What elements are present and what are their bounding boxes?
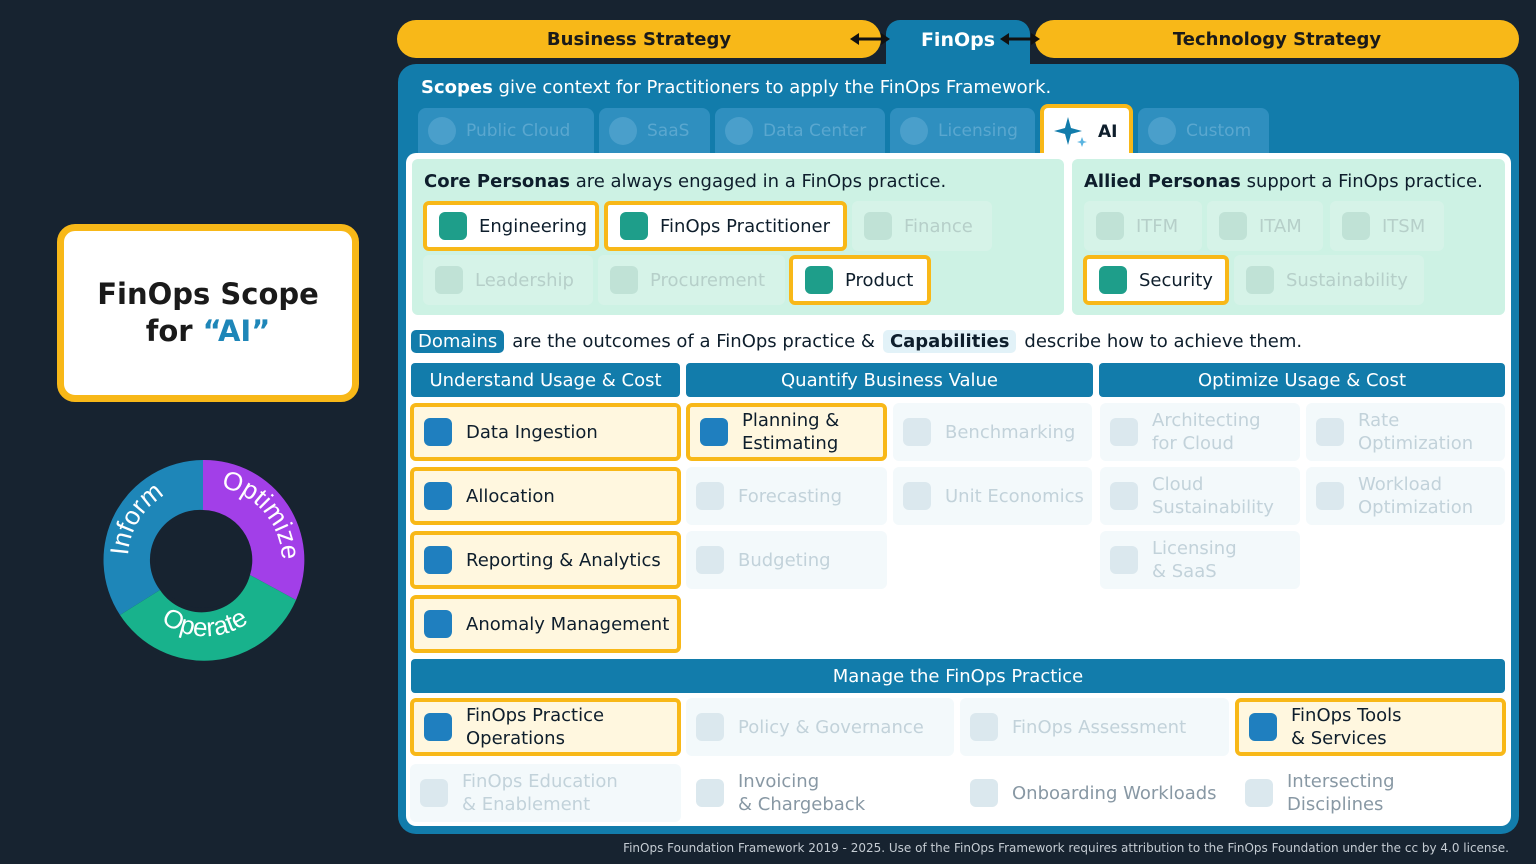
policy-shield-icon <box>696 713 724 741</box>
business-strategy-banner: Business Strategy <box>397 20 881 58</box>
persona-security[interactable]: Security <box>1083 255 1229 305</box>
onboarding-icon <box>970 779 998 807</box>
finops-badge-icon <box>620 212 648 240</box>
forecasting-icon <box>696 482 724 510</box>
domains-explanation: Domains are the outcomes of a FinOps pra… <box>411 330 1302 353</box>
persona-engineering[interactable]: Engineering <box>423 201 599 251</box>
scope-tab-licensing[interactable]: Licensing <box>890 108 1035 154</box>
persona-finance[interactable]: Finance <box>852 201 992 251</box>
benchmarking-icon <box>903 418 931 446</box>
invoice-icon <box>696 779 724 807</box>
domain-understand-usage-cost: Understand Usage & Cost <box>411 363 680 397</box>
budget-icon <box>696 546 724 574</box>
capability-forecasting[interactable]: Forecasting <box>686 467 887 525</box>
scope-tab-custom[interactable]: Custom <box>1138 108 1269 154</box>
persona-itsm[interactable]: ITSM <box>1330 201 1444 251</box>
capability-cloud-sustainability[interactable]: Cloud Sustainability <box>1100 467 1300 525</box>
persona-finops-practitioner[interactable]: FinOps Practitioner <box>604 201 847 251</box>
architecture-icon <box>1110 418 1138 446</box>
sparkle-icon <box>1054 117 1087 147</box>
capability-onboarding-workloads[interactable]: Onboarding Workloads <box>960 764 1229 822</box>
domains-tag: Domains <box>411 330 505 353</box>
technology-strategy-banner: Technology Strategy <box>1035 20 1519 58</box>
title-line-1: FinOps Scope <box>97 277 319 311</box>
hierarchy-icon <box>424 482 452 510</box>
planning-icon <box>700 418 728 446</box>
persona-sustainability[interactable]: Sustainability <box>1234 255 1424 305</box>
capability-reporting-analytics[interactable]: Reporting & Analytics <box>410 531 681 589</box>
unit-economics-icon <box>903 482 931 510</box>
intersecting-circles-icon <box>1245 779 1273 807</box>
leaf-icon <box>1246 266 1274 294</box>
server-icon <box>725 117 753 145</box>
bidirectional-arrow-icon <box>850 33 890 45</box>
scope-title-card: FinOps Scope for “AI” <box>57 224 359 402</box>
title-line-2: for “AI” <box>145 314 271 348</box>
core-personas-heading: Core Personas are always engaged in a Fi… <box>424 171 947 192</box>
cloud-icon <box>428 117 456 145</box>
attribution-footer: FinOps Foundation Framework 2019 - 2025.… <box>623 841 1509 855</box>
boxes-icon <box>805 266 833 294</box>
capability-finops-assessment[interactable]: FinOps Assessment <box>960 698 1229 756</box>
persona-leadership[interactable]: Leadership <box>423 255 593 305</box>
domain-manage-finops-practice: Manage the FinOps Practice <box>411 659 1505 693</box>
gear-icon <box>424 713 452 741</box>
capability-planning-estimating[interactable]: Planning & Estimating <box>686 403 887 461</box>
capability-anomaly-management[interactable]: Anomaly Management <box>410 595 681 653</box>
itfm-icon <box>1096 212 1124 240</box>
domain-optimize-usage-cost: Optimize Usage & Cost <box>1099 363 1505 397</box>
capability-data-ingestion[interactable]: Data Ingestion <box>410 403 681 461</box>
sustainability-icon <box>1110 482 1138 510</box>
saas-icon <box>609 117 637 145</box>
persona-procurement[interactable]: Procurement <box>598 255 785 305</box>
assessment-icon <box>970 713 998 741</box>
finance-icon <box>864 212 892 240</box>
capability-budgeting[interactable]: Budgeting <box>686 531 887 589</box>
tag-icon <box>1219 212 1247 240</box>
procurement-icon <box>610 266 638 294</box>
capability-allocation[interactable]: Allocation <box>410 467 681 525</box>
scope-tab-public-cloud[interactable]: Public Cloud <box>418 108 594 154</box>
capability-workload-optimization[interactable]: Workload Optimization <box>1306 467 1505 525</box>
bidirectional-arrow-icon <box>1000 33 1040 45</box>
magnifier-gear-icon <box>1249 713 1277 741</box>
capability-finops-tools-services[interactable]: FinOps Tools & Services <box>1235 698 1506 756</box>
capability-intersecting-disciplines[interactable]: Intersecting Disciplines <box>1235 764 1506 822</box>
scope-tab-data-center[interactable]: Data Center <box>715 108 885 154</box>
anomaly-icon <box>424 610 452 638</box>
capability-architecting-for-cloud[interactable]: Architecting for Cloud <box>1100 403 1300 461</box>
scope-tab-ai[interactable]: AI <box>1040 104 1133 156</box>
scopes-intro: Scopes give context for Practitioners to… <box>421 77 1052 98</box>
education-icon <box>420 779 448 807</box>
capability-policy-governance[interactable]: Policy & Governance <box>686 698 954 756</box>
gear-icon <box>1342 212 1370 240</box>
title-ai-highlight: “AI” <box>202 314 271 348</box>
capability-finops-education-enablement[interactable]: FinOps Education & Enablement <box>410 764 681 822</box>
rate-chart-icon <box>1316 418 1344 446</box>
persona-itam[interactable]: ITAM <box>1207 201 1323 251</box>
bar-chart-icon <box>424 546 452 574</box>
capability-finops-practice-operations[interactable]: FinOps Practice Operations <box>410 698 681 756</box>
capabilities-tag: Capabilities <box>882 330 1017 353</box>
shield-icon <box>1099 266 1127 294</box>
custom-icon <box>1148 117 1176 145</box>
persona-product[interactable]: Product <box>789 255 931 305</box>
scope-tab-saas[interactable]: SaaS <box>599 108 710 154</box>
sliders-icon <box>1316 482 1344 510</box>
code-laptop-icon <box>439 212 467 240</box>
finops-lifecycle-wheel: Inform Optimize Operate <box>103 459 306 661</box>
capability-licensing-saas[interactable]: Licensing & SaaS <box>1100 531 1300 589</box>
capability-rate-optimization[interactable]: Rate Optimization <box>1306 403 1505 461</box>
allied-personas-heading: Allied Personas support a FinOps practic… <box>1084 171 1483 192</box>
persona-itfm[interactable]: ITFM <box>1084 201 1202 251</box>
capability-benchmarking[interactable]: Benchmarking <box>893 403 1092 461</box>
license-icon <box>900 117 928 145</box>
data-ingestion-icon <box>424 418 452 446</box>
license-window-icon <box>1110 546 1138 574</box>
capability-unit-economics[interactable]: Unit Economics <box>893 467 1092 525</box>
leadership-icon <box>435 266 463 294</box>
capability-invoicing-chargeback[interactable]: Invoicing & Chargeback <box>686 764 954 822</box>
domain-quantify-business-value: Quantify Business Value <box>686 363 1093 397</box>
